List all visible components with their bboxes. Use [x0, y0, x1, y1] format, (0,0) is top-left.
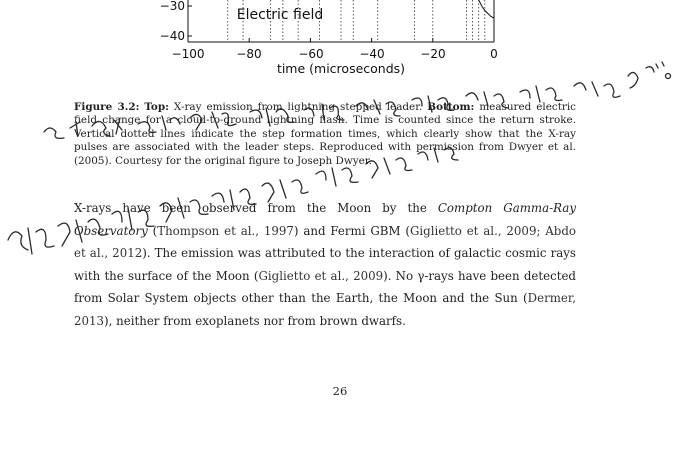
figure-plot: −30 −40 Electric field −100 −80 −60 −40 …: [0, 0, 680, 80]
figure-label: Figure 3.2:: [74, 101, 140, 113]
x-tick-label-neg20: −20: [420, 47, 445, 61]
citation-thompson[interactable]: Thompson et al., 1997: [157, 224, 294, 238]
x-tick-label-neg100: −100: [172, 47, 205, 61]
y-tick-label-neg30: −30: [160, 0, 185, 13]
page-number: 26: [332, 384, 348, 398]
figure-caption: Figure 3.2: Top: X-ray emission from lig…: [74, 101, 576, 168]
citation-giglietto[interactable]: Giglietto et al., 2009: [258, 269, 383, 283]
body-text-3: ) and Fermi GBM (: [293, 223, 410, 238]
x-tick-label-neg60: −60: [298, 47, 323, 61]
y-tick-label-neg40: −40: [160, 29, 185, 43]
x-tick-label-neg40: −40: [359, 47, 384, 61]
x-tick-label-0: 0: [490, 47, 498, 61]
electric-field-chart: −30 −40 Electric field −100 −80 −60 −40 …: [160, 0, 498, 76]
caption-bottom-label: Bottom:: [427, 101, 475, 113]
caption-top-label: Top:: [144, 101, 169, 113]
body-text-6: ), neither from exoplanets nor from brow…: [104, 313, 406, 328]
body-paragraph: X-rays have been observed from the Moon …: [74, 197, 576, 333]
x-tick-label-neg80: −80: [236, 47, 261, 61]
body-text-1: X-rays have been observed from the Moon …: [74, 201, 438, 215]
x-axis-label: time (microseconds): [277, 61, 405, 76]
caption-text-1: X-ray emission from lightning stepped le…: [168, 101, 428, 113]
panel-label: Electric field: [237, 7, 324, 23]
body-text-2: (: [147, 223, 158, 238]
